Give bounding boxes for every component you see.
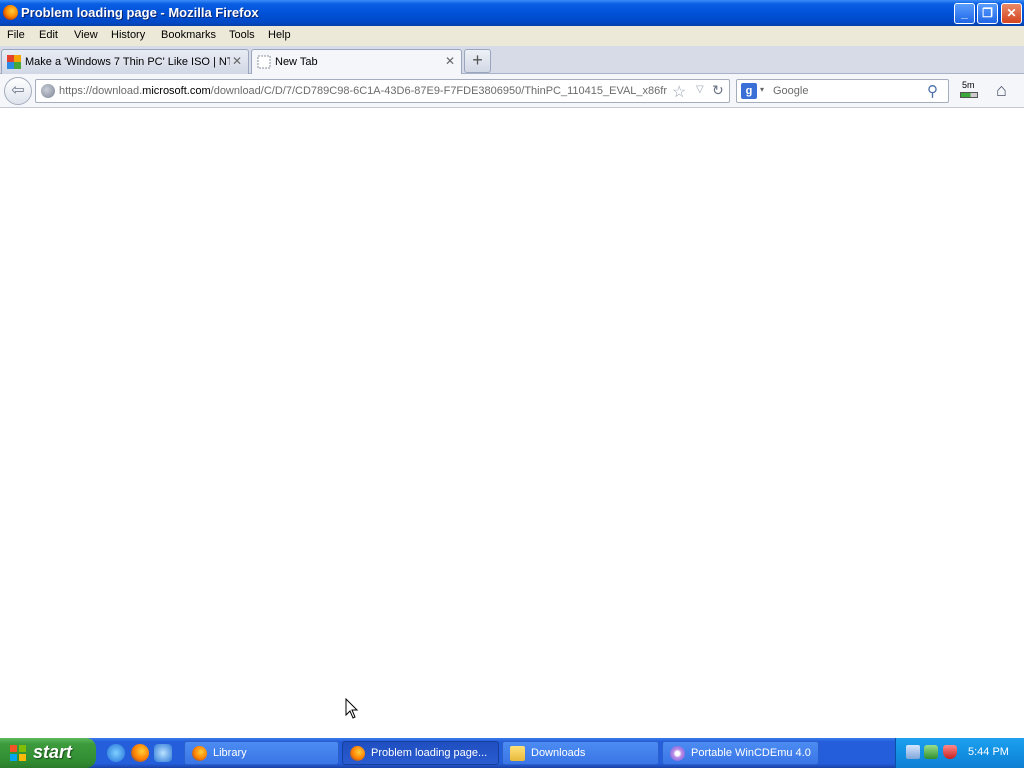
search-input[interactable]: Google xyxy=(773,85,808,97)
title-bar[interactable]: Problem loading page - Mozilla Firefox _… xyxy=(0,0,1024,26)
menu-history[interactable]: History xyxy=(111,29,145,41)
home-button[interactable]: ⌂ xyxy=(996,80,1007,101)
back-button[interactable]: ⇦ xyxy=(4,77,32,105)
firefox-icon xyxy=(350,746,365,761)
windows-flag-icon xyxy=(9,744,27,762)
internet-explorer-icon[interactable] xyxy=(107,744,125,762)
url-bar[interactable]: https://download.microsoft.com/download/… xyxy=(35,79,730,103)
disc-icon xyxy=(670,746,685,761)
tab-strip: Make a 'Windows 7 Thin PC' Like ISO | NT… xyxy=(0,46,1024,75)
favicon-icon xyxy=(7,55,21,69)
menu-bar: File Edit View History Bookmarks Tools H… xyxy=(0,26,1024,46)
tab-label: New Tab xyxy=(275,56,318,68)
tab-close-icon[interactable]: ✕ xyxy=(232,54,242,68)
close-button[interactable]: ✕ xyxy=(1001,3,1022,24)
menu-view[interactable]: View xyxy=(74,29,98,41)
taskbar-item-label: Portable WinCDEmu 4.0 xyxy=(691,747,811,759)
window-title: Problem loading page - Mozilla Firefox xyxy=(21,5,259,20)
start-button[interactable]: start xyxy=(0,738,96,768)
minimize-button[interactable]: _ xyxy=(954,3,975,24)
tab-close-icon[interactable]: ✕ xyxy=(445,54,455,68)
folder-icon xyxy=(510,746,525,761)
bookmark-star-icon[interactable]: ☆ xyxy=(672,82,686,102)
taskbar-item-label: Problem loading page... xyxy=(371,747,488,759)
system-tray: 5:44 PM xyxy=(895,738,1024,768)
extension-timer-button[interactable]: 5m xyxy=(958,80,980,102)
page-content[interactable] xyxy=(0,108,1024,738)
search-icon[interactable]: ⚲ xyxy=(927,82,938,100)
blank-page-icon xyxy=(257,55,271,69)
tab-thin-pc-article[interactable]: Make a 'Windows 7 Thin PC' Like ISO | NT… xyxy=(1,49,249,74)
network-icon[interactable] xyxy=(906,745,920,759)
taskbar-item-label: Downloads xyxy=(531,747,586,759)
ccleaner-icon[interactable] xyxy=(154,744,172,762)
search-bar[interactable]: g ▾ Google ⚲ xyxy=(736,79,949,103)
new-tab-button[interactable]: + xyxy=(464,49,491,73)
firefox-quicklaunch-icon[interactable] xyxy=(131,744,149,762)
navigation-toolbar: ⇦ https://download.microsoft.com/downloa… xyxy=(0,74,1024,108)
taskbar: start Library Problem loading page... Do… xyxy=(0,738,1024,768)
mouse-cursor-icon xyxy=(345,698,359,719)
menu-bookmarks[interactable]: Bookmarks xyxy=(161,29,216,41)
security-shield-icon[interactable] xyxy=(924,745,938,759)
menu-edit[interactable]: Edit xyxy=(39,29,58,41)
url-text[interactable]: https://download.microsoft.com/download/… xyxy=(59,85,667,97)
taskbar-item-library[interactable]: Library xyxy=(184,741,339,765)
engine-dropdown-icon[interactable]: ▾ xyxy=(760,85,764,94)
firefox-icon xyxy=(192,746,207,761)
firefox-window: Problem loading page - Mozilla Firefox _… xyxy=(0,0,1024,738)
tab-label: Make a 'Windows 7 Thin PC' Like ISO | NT… xyxy=(25,56,230,68)
google-engine-icon[interactable]: g xyxy=(741,83,757,99)
extension-label: 5m xyxy=(962,80,975,90)
battery-icon xyxy=(960,92,978,98)
history-dropdown-icon[interactable]: ▽ xyxy=(696,84,704,95)
taskbar-item-wincdemu[interactable]: Portable WinCDEmu 4.0 xyxy=(662,741,819,765)
restore-button[interactable]: ❐ xyxy=(977,3,998,24)
menu-help[interactable]: Help xyxy=(268,29,291,41)
taskbar-item-label: Library xyxy=(213,747,247,759)
site-identity-icon[interactable] xyxy=(41,84,55,98)
menu-file[interactable]: File xyxy=(7,29,25,41)
start-label: start xyxy=(33,742,73,762)
tab-new-tab[interactable]: New Tab ✕ xyxy=(251,49,462,75)
menu-tools[interactable]: Tools xyxy=(229,29,255,41)
taskbar-item-problem-loading[interactable]: Problem loading page... xyxy=(342,741,499,765)
reload-icon[interactable]: ↻ xyxy=(712,82,724,99)
taskbar-item-downloads[interactable]: Downloads xyxy=(502,741,659,765)
antivirus-shield-icon[interactable] xyxy=(943,745,957,759)
clock[interactable]: 5:44 PM xyxy=(968,746,1009,758)
firefox-icon[interactable] xyxy=(3,5,18,20)
